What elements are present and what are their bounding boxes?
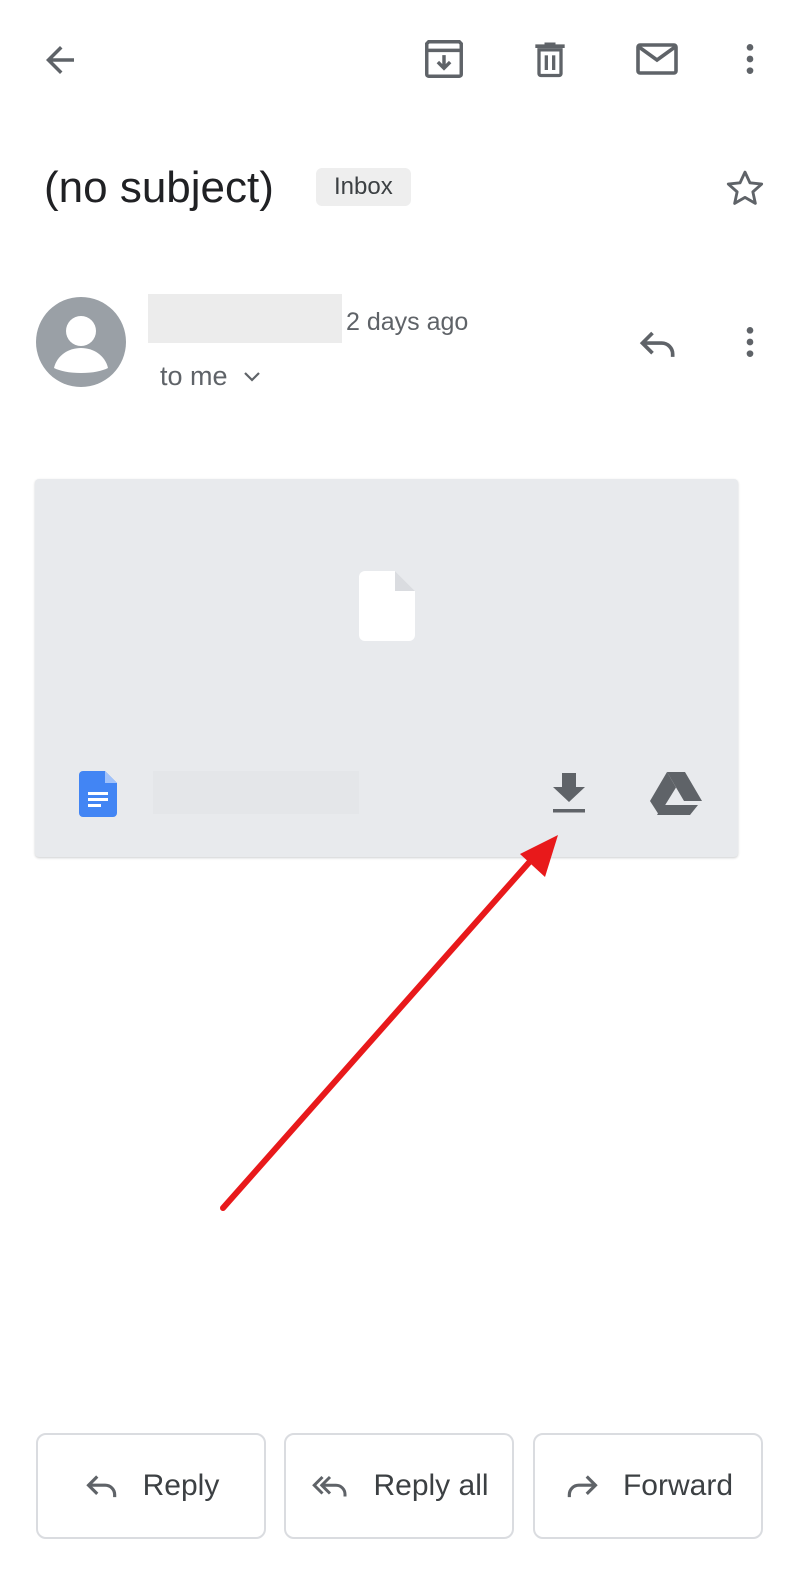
star-button[interactable] xyxy=(716,160,774,218)
forward-icon xyxy=(567,1475,598,1498)
attachment-card[interactable] xyxy=(35,479,738,857)
reply-icon xyxy=(639,331,675,357)
star-outline-icon xyxy=(726,170,764,205)
attachment-filename-redacted xyxy=(153,771,359,814)
file-icon xyxy=(359,571,415,641)
chevron-down-icon xyxy=(243,372,260,382)
forward-button[interactable]: Forward xyxy=(533,1433,763,1539)
google-docs-icon xyxy=(79,771,117,817)
sender-name-redacted xyxy=(148,294,342,343)
forward-button-label: Forward xyxy=(622,1469,734,1502)
reply-all-button[interactable]: Reply all xyxy=(284,1433,514,1539)
more-vert-icon xyxy=(746,44,754,74)
delete-button[interactable] xyxy=(519,28,581,90)
download-button[interactable] xyxy=(541,765,597,821)
save-to-drive-button[interactable] xyxy=(645,765,707,821)
sender-avatar[interactable] xyxy=(36,297,126,387)
reply-icon-button[interactable] xyxy=(628,314,688,374)
reply-all-icon xyxy=(312,1475,347,1497)
download-icon xyxy=(553,773,585,813)
reply-all-button-label: Reply all xyxy=(373,1469,489,1502)
more-options-button[interactable] xyxy=(725,28,775,90)
google-drive-icon xyxy=(650,772,702,815)
message-more-options-button[interactable] xyxy=(725,312,775,372)
person-icon xyxy=(54,316,108,373)
email-subject: (no subject) xyxy=(44,163,274,212)
recipient-details-toggle[interactable]: to me xyxy=(160,356,264,396)
mark-unread-button[interactable] xyxy=(626,28,688,90)
archive-button[interactable] xyxy=(413,28,475,90)
archive-icon xyxy=(425,40,463,78)
recipient-label: to me xyxy=(160,360,228,391)
email-timestamp: 2 days ago xyxy=(346,308,469,336)
reply-icon xyxy=(85,1475,116,1498)
mail-icon xyxy=(636,43,678,75)
arrow-back-icon xyxy=(46,46,74,74)
inbox-label-chip[interactable]: Inbox xyxy=(316,168,411,206)
back-button[interactable] xyxy=(30,30,90,90)
more-vert-icon xyxy=(746,327,754,357)
reply-button[interactable]: Reply xyxy=(36,1433,266,1539)
trash-icon xyxy=(535,42,565,78)
reply-button-label: Reply xyxy=(142,1469,220,1502)
